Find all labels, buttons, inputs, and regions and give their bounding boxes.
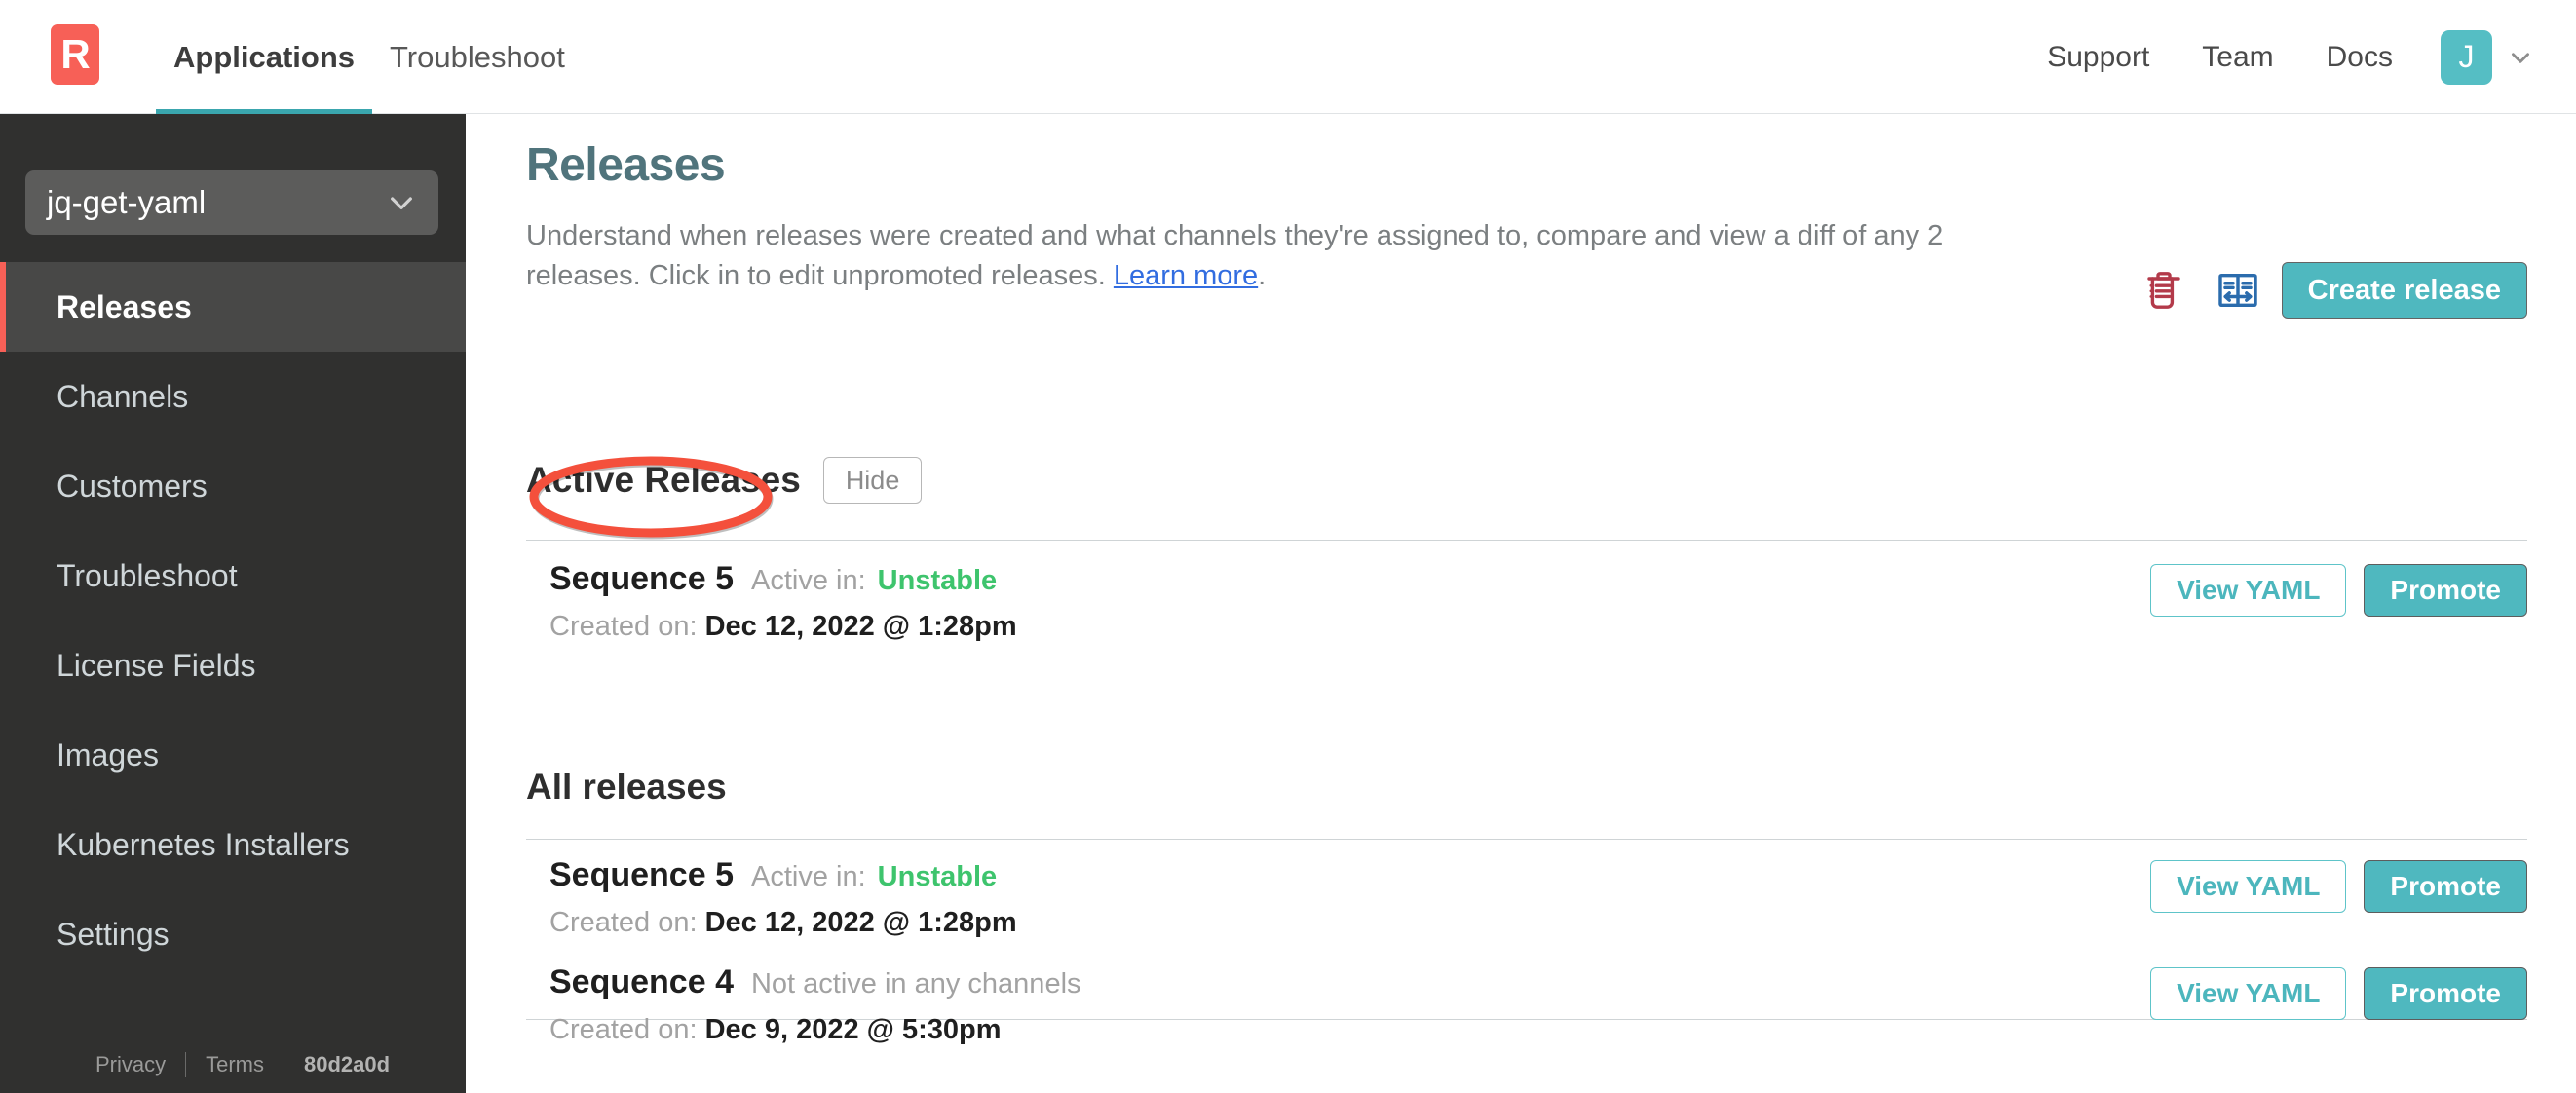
release-not-active-label: Not active in any channels	[750, 968, 1081, 999]
application-selector-value: jq-get-yaml	[47, 184, 207, 220]
app-root: R Applications Troubleshoot Support Team…	[0, 0, 2576, 1093]
sidebar-item-license-fields[interactable]: License Fields	[0, 621, 466, 710]
nav-tab-applications-label: Applications	[173, 39, 356, 74]
release-sequence: Sequence 4	[549, 963, 734, 1000]
top-navigation-bar: R Applications Troubleshoot Support Team…	[0, 0, 2576, 114]
release-created-line: Created on: Dec 12, 2022 @ 1:28pm	[549, 907, 1017, 939]
trash-icon[interactable]	[2134, 260, 2194, 320]
all-release-row[interactable]: Sequence 4 Not active in any channels Cr…	[526, 963, 2527, 1080]
hide-active-releases-button[interactable]: Hide	[822, 457, 923, 504]
primary-nav: Applications Troubleshoot	[156, 0, 583, 114]
release-created-value: Dec 12, 2022 @ 1:28pm	[704, 907, 1017, 938]
logo-letter: R	[60, 31, 90, 77]
promote-button[interactable]: Promote	[2364, 860, 2527, 913]
active-release-row[interactable]: Sequence 5 Active in: Unstable Created o…	[526, 560, 2527, 677]
release-channel: Unstable	[877, 565, 998, 596]
sidebar-item-label: License Fields	[57, 647, 256, 683]
footer-link-terms[interactable]: Terms	[186, 1052, 284, 1077]
active-releases-header: Active Releases Hide	[526, 457, 923, 504]
release-summary-line: Sequence 5 Active in: Unstable	[549, 560, 1017, 598]
all-releases-header: All releases	[526, 767, 727, 808]
chevron-down-icon[interactable]	[2508, 45, 2533, 70]
active-releases-title: Active Releases	[526, 460, 801, 500]
sidebar-footer: Privacy Terms 80d2a0d	[0, 1052, 466, 1077]
all-release-row[interactable]: Sequence 5 Active in: Unstable Created o…	[526, 856, 2527, 973]
nav-tab-applications[interactable]: Applications	[156, 0, 373, 114]
release-actions: View YAML Promote	[2150, 967, 2527, 1020]
release-created-value: Dec 9, 2022 @ 5:30pm	[704, 1014, 1002, 1045]
divider	[526, 839, 2527, 840]
sidebar-item-label: Channels	[57, 378, 189, 414]
sidebar-menu: Releases Channels Customers Troubleshoot…	[0, 262, 466, 979]
chevron-down-icon	[386, 187, 417, 218]
view-yaml-button[interactable]: View YAML	[2150, 860, 2347, 913]
release-actions: View YAML Promote	[2150, 860, 2527, 913]
release-created-label: Created on:	[549, 907, 698, 938]
nav-link-team[interactable]: Team	[2176, 41, 2299, 74]
release-actions: View YAML Promote	[2150, 564, 2527, 617]
page-title: Releases	[526, 139, 726, 191]
release-active-label: Active in:	[750, 861, 866, 892]
nav-tab-troubleshoot[interactable]: Troubleshoot	[372, 0, 583, 114]
release-info: Sequence 4 Not active in any channels Cr…	[549, 963, 1081, 1046]
avatar-initial: J	[2458, 39, 2475, 74]
release-summary-line: Sequence 4 Not active in any channels	[549, 963, 1081, 1001]
avatar[interactable]: J	[2441, 29, 2492, 85]
page-description-text-end: .	[1258, 260, 1267, 292]
compare-diff-icon[interactable]	[2208, 260, 2268, 320]
sidebar-item-channels[interactable]: Channels	[0, 352, 466, 441]
sidebar-item-label: Images	[57, 736, 159, 773]
sidebar-item-label: Releases	[57, 288, 192, 324]
release-sequence: Sequence 5	[549, 560, 734, 597]
release-active-label: Active in:	[750, 565, 866, 596]
sidebar-item-settings[interactable]: Settings	[0, 889, 466, 979]
sidebar-item-label: Customers	[57, 468, 208, 504]
view-yaml-button[interactable]: View YAML	[2150, 564, 2347, 617]
sidebar-item-releases[interactable]: Releases	[0, 262, 466, 352]
sidebar-item-troubleshoot[interactable]: Troubleshoot	[0, 531, 466, 621]
nav-tab-troubleshoot-label: Troubleshoot	[390, 39, 565, 74]
release-created-value: Dec 12, 2022 @ 1:28pm	[704, 611, 1017, 642]
footer-link-privacy[interactable]: Privacy	[76, 1052, 185, 1077]
replicated-logo-icon[interactable]: R	[51, 24, 99, 85]
release-summary-line: Sequence 5 Active in: Unstable	[549, 856, 1017, 894]
sidebar-item-kubernetes-installers[interactable]: Kubernetes Installers	[0, 800, 466, 889]
application-selector[interactable]: jq-get-yaml	[25, 170, 438, 235]
sidebar-item-label: Settings	[57, 916, 170, 952]
footer-commit-hash: 80d2a0d	[303, 1052, 391, 1076]
main-content: Releases Understand when releases were c…	[466, 114, 2576, 1093]
secondary-nav: Support Team Docs J	[2021, 0, 2533, 114]
release-created-label: Created on:	[549, 1014, 698, 1045]
create-release-button[interactable]: Create release	[2281, 262, 2527, 319]
learn-more-link[interactable]: Learn more	[1114, 260, 1258, 291]
nav-link-support[interactable]: Support	[2021, 41, 2176, 74]
promote-button[interactable]: Promote	[2364, 564, 2527, 617]
release-sequence: Sequence 5	[549, 856, 734, 893]
sidebar-item-customers[interactable]: Customers	[0, 441, 466, 531]
sidebar: jq-get-yaml Releases Channels Customers …	[0, 114, 466, 1093]
release-channel: Unstable	[877, 861, 998, 892]
release-created-line: Created on: Dec 9, 2022 @ 5:30pm	[549, 1014, 1081, 1046]
release-info: Sequence 5 Active in: Unstable Created o…	[549, 856, 1017, 939]
all-releases-title: All releases	[526, 767, 727, 807]
sidebar-item-label: Troubleshoot	[57, 557, 238, 593]
page-description: Understand when releases were created an…	[526, 216, 1978, 296]
sidebar-item-label: Kubernetes Installers	[57, 826, 350, 862]
release-created-line: Created on: Dec 12, 2022 @ 1:28pm	[549, 611, 1017, 643]
view-yaml-button[interactable]: View YAML	[2150, 967, 2347, 1020]
promote-button[interactable]: Promote	[2364, 967, 2527, 1020]
sidebar-item-images[interactable]: Images	[0, 710, 466, 800]
nav-link-docs[interactable]: Docs	[2300, 41, 2419, 74]
header-actions: Create release	[2134, 260, 2527, 320]
divider	[526, 540, 2527, 541]
release-info: Sequence 5 Active in: Unstable Created o…	[549, 560, 1017, 643]
release-created-label: Created on:	[549, 611, 698, 642]
